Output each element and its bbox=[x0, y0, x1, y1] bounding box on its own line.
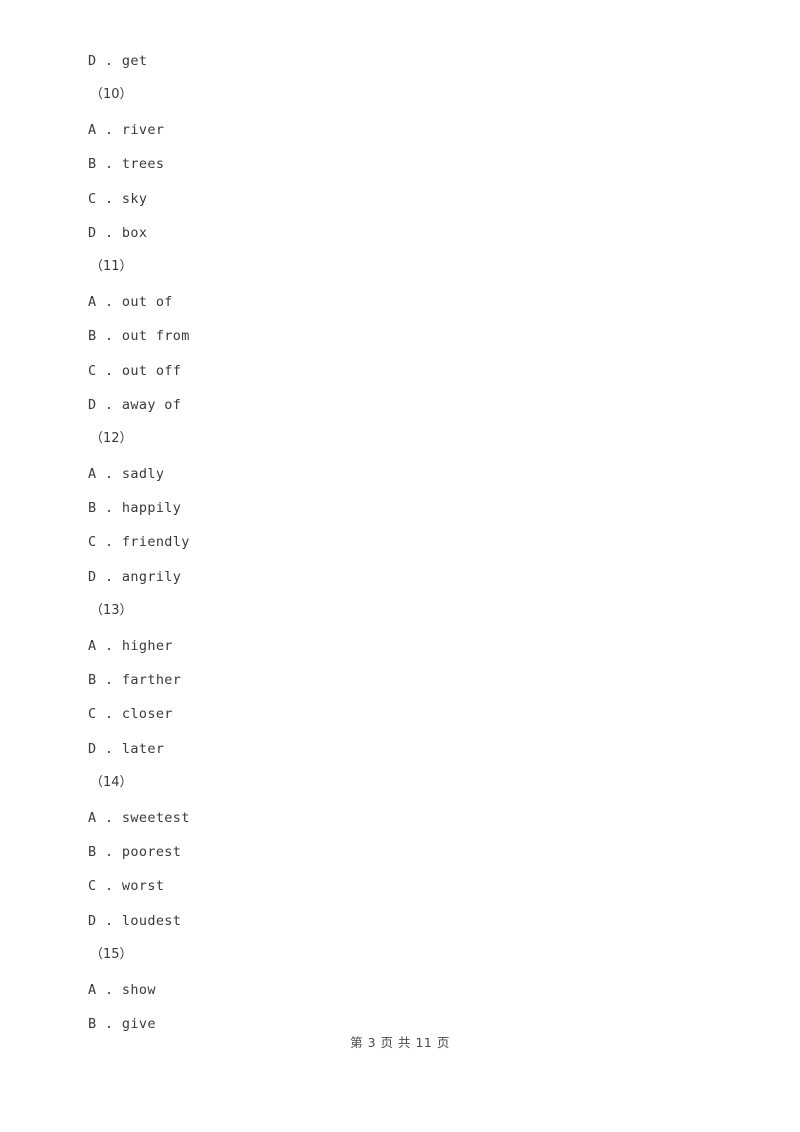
answer-option: A . show bbox=[88, 981, 156, 998]
answer-option: A . sadly bbox=[88, 465, 165, 482]
answer-option: C . worst bbox=[88, 878, 165, 895]
question-number: （13） bbox=[90, 603, 133, 619]
answer-option: C . friendly bbox=[88, 534, 190, 551]
answer-option: D . later bbox=[88, 740, 165, 757]
question-number: （11） bbox=[90, 259, 133, 275]
answer-option: B . poorest bbox=[88, 843, 182, 860]
answer-option: B . out from bbox=[88, 328, 190, 345]
question-number: （15） bbox=[90, 947, 133, 963]
answer-option: C . closer bbox=[88, 706, 173, 723]
answer-option: D . loudest bbox=[88, 912, 182, 929]
answer-option: A . river bbox=[88, 121, 165, 138]
answer-option: B . happily bbox=[88, 500, 182, 517]
answer-option: C . sky bbox=[88, 190, 148, 207]
answer-option: D . get bbox=[88, 53, 148, 69]
answer-option: C . out off bbox=[88, 362, 182, 379]
question-number: （12） bbox=[90, 431, 133, 447]
answer-option: A . higher bbox=[88, 637, 173, 654]
document-page: D . get （10） A . river B . trees C . sky D . … bbox=[0, 0, 800, 1132]
answer-option: A . sweetest bbox=[88, 809, 190, 826]
question-options-list: D . get （10） A . river B . trees C . sky D . … bbox=[88, 44, 708, 1041]
answer-option: D . angrily bbox=[88, 568, 182, 585]
page-footer: 第 3 页 共 11 页 bbox=[350, 1035, 450, 1050]
answer-option: D . away of bbox=[88, 396, 182, 413]
question-number: （14） bbox=[90, 775, 133, 791]
answer-option: B . farther bbox=[88, 672, 182, 689]
answer-option: D . box bbox=[88, 224, 148, 241]
answer-option: B . trees bbox=[88, 156, 165, 173]
answer-option: A . out of bbox=[88, 293, 173, 310]
question-number: （10） bbox=[90, 87, 133, 103]
